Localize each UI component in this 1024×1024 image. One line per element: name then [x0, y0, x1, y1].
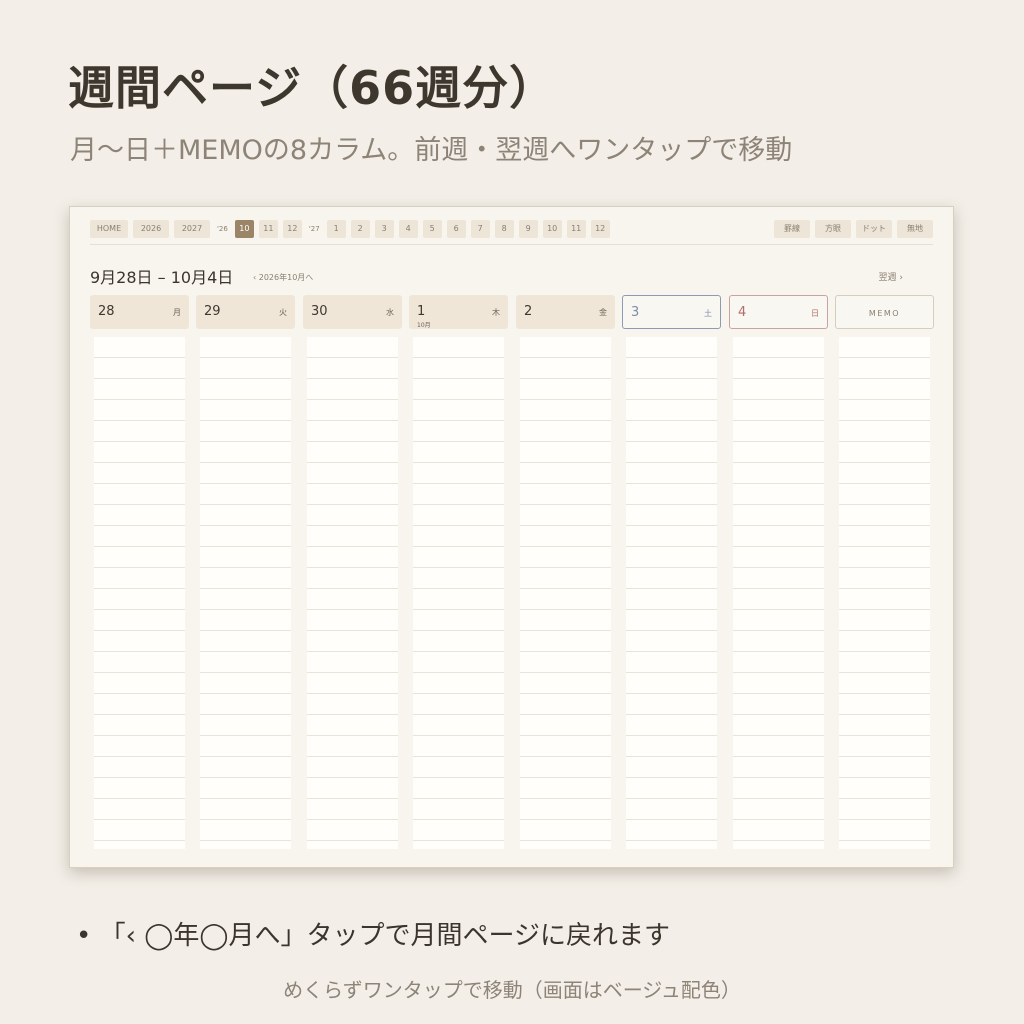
day-header-sunday[interactable]: 4 日 — [729, 295, 828, 329]
page-title: 週間ページ（66週分） — [68, 61, 557, 115]
month-tab-2027-10[interactable]: 10 — [542, 220, 562, 238]
month-tab-2027-1[interactable]: 1 — [326, 220, 346, 238]
day-column-sun: 4 日 — [729, 295, 828, 849]
day-writing-area[interactable] — [409, 337, 508, 849]
paper-style-switcher: 罫線 方眼 ドット 無地 — [774, 220, 933, 238]
style-plain-button[interactable]: 無地 — [897, 220, 933, 238]
month-tab-2027-3[interactable]: 3 — [374, 220, 394, 238]
day-date: 30 — [311, 304, 328, 319]
day-date: 28 — [98, 304, 115, 319]
style-grid-button[interactable]: 方眼 — [815, 220, 851, 238]
day-writing-area[interactable] — [196, 337, 295, 849]
day-header[interactable]: 1 木 10月 — [409, 295, 508, 329]
month-tab-2027-5[interactable]: 5 — [422, 220, 442, 238]
week-range-title: 9月28日 – 10月4日 — [90, 268, 234, 287]
feature-bullet: • 「‹ ◯年◯月へ」タップで月間ページに戻れます — [76, 921, 670, 951]
day-weekday: 金 — [599, 308, 607, 317]
month-tab-2026-10[interactable]: 10 — [234, 220, 254, 238]
nav-divider — [90, 244, 933, 245]
month-tab-2027-7[interactable]: 7 — [470, 220, 490, 238]
memo-writing-area[interactable] — [835, 337, 934, 849]
day-date: 29 — [204, 304, 221, 319]
year-2026-button[interactable]: 2026 — [133, 220, 169, 238]
month-tab-2027-11[interactable]: 11 — [566, 220, 586, 238]
home-button[interactable]: HOME — [90, 220, 128, 238]
page-subtitle: 月〜日＋MEMOの8カラム。前週・翌週へワンタップで移動 — [70, 135, 793, 166]
weekly-planner-screenshot: HOME 2026 2027 '26 10 11 12 '27 1 2 3 4 … — [69, 206, 954, 868]
memo-column: MEMO — [835, 295, 934, 849]
memo-header[interactable]: MEMO — [835, 295, 934, 329]
footer-caption: めくらずワンタップで移動（画面はベージュ配色） — [283, 978, 741, 1002]
month-tab-2026-12[interactable]: 12 — [282, 220, 302, 238]
day-weekday: 土 — [704, 309, 712, 318]
day-weekday: 水 — [386, 308, 394, 317]
day-header[interactable]: 29 火 — [196, 295, 295, 329]
year-2027-button[interactable]: 2027 — [174, 220, 210, 238]
month-tab-2027-9[interactable]: 9 — [518, 220, 538, 238]
day-writing-area[interactable] — [729, 337, 828, 849]
month-tab-2027-6[interactable]: 6 — [446, 220, 466, 238]
month-tab-2027-12[interactable]: 12 — [590, 220, 610, 238]
day-weekday: 木 — [492, 308, 500, 317]
day-month-note: 10月 — [417, 322, 431, 329]
day-column-tue: 29 火 — [196, 295, 295, 849]
day-date: 3 — [631, 305, 640, 320]
top-navigation: HOME 2026 2027 '26 10 11 12 '27 1 2 3 4 … — [90, 220, 610, 238]
day-column-fri: 2 金 — [516, 295, 615, 849]
year-label-26: '26 — [217, 225, 228, 233]
day-writing-area[interactable] — [90, 337, 189, 849]
style-ruled-button[interactable]: 罫線 — [774, 220, 810, 238]
day-weekday: 火 — [279, 308, 287, 317]
day-writing-area[interactable] — [303, 337, 402, 849]
day-header-saturday[interactable]: 3 土 — [622, 295, 721, 329]
day-column-mon: 28 月 — [90, 295, 189, 849]
day-header[interactable]: 30 水 — [303, 295, 402, 329]
style-dot-button[interactable]: ドット — [856, 220, 892, 238]
day-date: 2 — [524, 304, 533, 319]
month-tab-2026-11[interactable]: 11 — [258, 220, 278, 238]
day-column-thu: 1 木 10月 — [409, 295, 508, 849]
day-date: 4 — [738, 305, 747, 320]
year-label-27: '27 — [308, 225, 320, 233]
day-column-sat: 3 土 — [622, 295, 721, 849]
memo-label: MEMO — [868, 309, 901, 318]
month-tab-2027-4[interactable]: 4 — [398, 220, 418, 238]
back-to-month-link[interactable]: ‹ 2026年10月へ — [253, 272, 313, 283]
day-header[interactable]: 28 月 — [90, 295, 189, 329]
day-column-wed: 30 水 — [303, 295, 402, 849]
day-date: 1 — [417, 304, 426, 319]
month-tab-2027-8[interactable]: 8 — [494, 220, 514, 238]
month-tab-2027-2[interactable]: 2 — [350, 220, 370, 238]
day-writing-area[interactable] — [516, 337, 615, 849]
next-week-link[interactable]: 翌週 › — [879, 270, 903, 283]
day-header[interactable]: 2 金 — [516, 295, 615, 329]
day-weekday: 月 — [173, 308, 181, 317]
day-weekday: 日 — [811, 309, 819, 318]
day-writing-area[interactable] — [622, 337, 721, 849]
